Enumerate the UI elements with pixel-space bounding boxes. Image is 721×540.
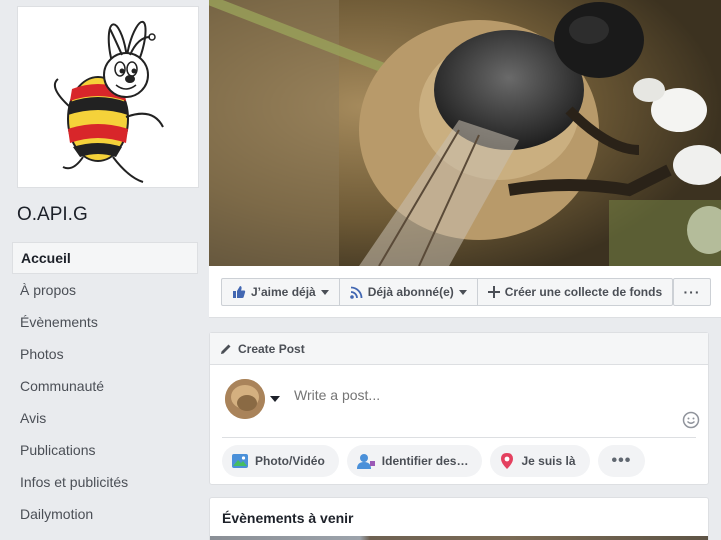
sidebar-item-dailymotion[interactable]: Dailymotion [12, 498, 198, 530]
checkin-button[interactable]: Je suis là [490, 445, 590, 477]
sidebar-item-photos[interactable]: Photos [12, 338, 198, 370]
sidebar-item-a-propos[interactable]: À propos [12, 274, 198, 306]
bee-cover-image [209, 0, 721, 266]
create-post-actions: Photo/Vidéo Identifier des… Je suis là •… [222, 445, 646, 477]
action-button-group: J’aime déjà Déjà abonné(e) Créer une col… [221, 278, 674, 306]
page-action-bar: J’aime déjà Déjà abonné(e) Créer une col… [209, 266, 721, 318]
photo-video-button[interactable]: Photo/Vidéo [222, 445, 339, 477]
divider [222, 437, 696, 438]
cover-photo[interactable] [209, 0, 721, 266]
create-post-body [210, 365, 708, 437]
left-column: O.API.G Accueil À propos Évènements Phot… [0, 0, 208, 540]
upcoming-events-title[interactable]: Évènements à venir [222, 510, 354, 526]
checkin-label: Je suis là [521, 454, 576, 468]
chevron-down-icon [458, 289, 467, 295]
sidebar-nav: Accueil À propos Évènements Photos Commu… [12, 242, 198, 530]
rss-icon [349, 286, 363, 299]
plus-icon [487, 286, 500, 298]
sidebar-item-publications[interactable]: Publications [12, 434, 198, 466]
follow-button-label: Déjà abonné(e) [367, 285, 454, 299]
like-button[interactable]: J’aime déjà [222, 279, 340, 305]
bee-mascot-logo [18, 7, 198, 187]
emoji-icon[interactable] [682, 411, 700, 429]
avatar[interactable] [225, 379, 265, 419]
sidebar-item-infos-publicites[interactable]: Infos et publicités [12, 466, 198, 498]
more-post-options-button[interactable]: ••• [597, 445, 646, 477]
photo-icon [232, 454, 248, 468]
ellipsis-icon: ··· [683, 284, 701, 300]
profile-picture[interactable] [17, 6, 199, 188]
sidebar-item-communaute[interactable]: Communauté [12, 370, 198, 402]
create-post-header[interactable]: Create Post [210, 333, 708, 365]
events-preview-image[interactable] [210, 536, 708, 540]
tag-people-button[interactable]: Identifier des… [346, 445, 483, 477]
photo-video-label: Photo/Vidéo [255, 454, 325, 468]
sidebar-item-accueil[interactable]: Accueil [12, 242, 198, 274]
thumbs-up-icon [233, 286, 246, 298]
tag-friends-icon [356, 454, 375, 469]
chevron-down-icon [320, 289, 329, 295]
more-options-button[interactable]: ··· [673, 278, 711, 306]
chevron-down-icon[interactable] [270, 396, 280, 402]
create-fundraiser-button[interactable]: Créer une collecte de fonds [478, 279, 672, 305]
create-fundraiser-label: Créer une collecte de fonds [504, 285, 663, 299]
post-composer-input[interactable] [294, 387, 674, 403]
sidebar-item-avis[interactable]: Avis [12, 402, 198, 434]
like-button-label: J’aime déjà [251, 285, 316, 299]
pencil-icon [221, 344, 231, 354]
follow-button[interactable]: Déjà abonné(e) [340, 279, 478, 305]
create-post-panel: Create Post Photo/Vidéo [209, 332, 709, 485]
avatar-image [225, 379, 265, 419]
ellipsis-icon: ••• [611, 452, 632, 469]
create-post-title: Create Post [238, 341, 305, 356]
location-pin-icon [501, 453, 514, 469]
sidebar-item-evenements[interactable]: Évènements [12, 306, 198, 338]
page-title[interactable]: O.API.G [17, 204, 88, 226]
tag-people-label: Identifier des… [381, 454, 469, 468]
upcoming-events-panel: Évènements à venir [209, 497, 709, 540]
